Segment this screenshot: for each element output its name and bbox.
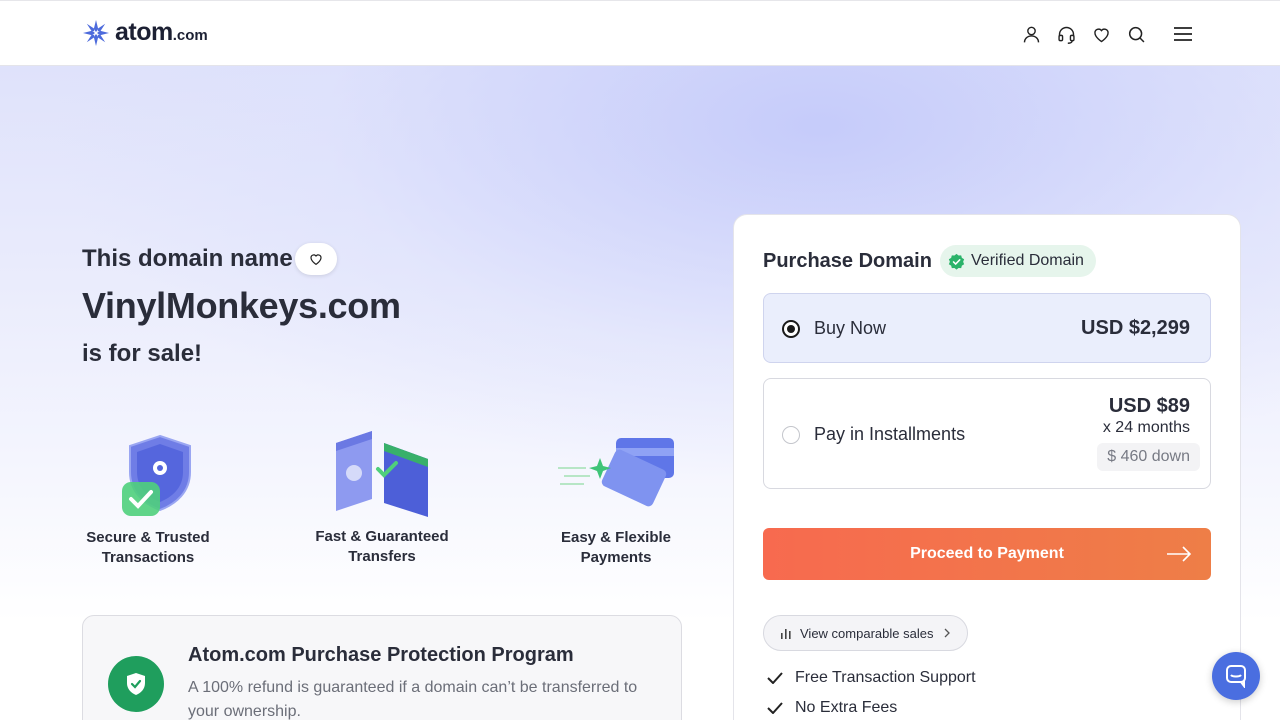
user-icon[interactable] bbox=[1018, 21, 1044, 47]
purchase-title: Purchase Domain bbox=[763, 250, 932, 272]
down-payment-pill: $ 460 down bbox=[1097, 443, 1200, 471]
hero-heading: This domain name bbox=[82, 245, 293, 272]
comparable-label: View comparable sales bbox=[800, 625, 934, 641]
benefit-item: No Extra Fees bbox=[767, 699, 897, 717]
chat-support-button[interactable] bbox=[1212, 652, 1260, 700]
feature-transfers: Fast & Guaranteed Transfers bbox=[302, 431, 462, 567]
radio-buy-now[interactable] bbox=[782, 320, 800, 338]
benefit-item: Free Transaction Support bbox=[767, 669, 976, 687]
for-sale-text: is for sale! bbox=[82, 340, 203, 367]
option-label: Buy Now bbox=[814, 318, 887, 338]
logo-wordmark: atom bbox=[115, 18, 173, 46]
protection-title: Atom.com Purchase Protection Program bbox=[188, 644, 574, 666]
feature-label: Fast & Guaranteed Transfers bbox=[315, 528, 449, 565]
card-icon bbox=[558, 438, 674, 507]
feature-label: Secure & Trusted Transactions bbox=[86, 529, 210, 566]
feature-payments: Easy & Flexible Payments bbox=[536, 432, 696, 568]
search-icon[interactable] bbox=[1123, 21, 1149, 47]
shield-icon bbox=[122, 434, 191, 516]
logo[interactable]: atom .com bbox=[82, 18, 208, 47]
site-header: atom .com bbox=[0, 0, 1280, 66]
headset-icon[interactable] bbox=[1053, 21, 1079, 47]
hamburger-menu-icon[interactable] bbox=[1170, 21, 1196, 47]
header-icon-group bbox=[1018, 21, 1158, 47]
benefit-label: No Extra Fees bbox=[795, 699, 898, 716]
verified-check-icon bbox=[948, 253, 965, 270]
option-installments[interactable]: Pay in Installments USD $89 x 24 months … bbox=[763, 378, 1211, 489]
benefit-label: Free Transaction Support bbox=[795, 669, 976, 686]
option-label: Pay in Installments bbox=[814, 424, 966, 444]
chat-icon bbox=[1226, 665, 1246, 688]
domain-name: VinylMonkeys.com bbox=[82, 285, 401, 326]
option-price: USD $2,299 bbox=[1081, 317, 1190, 339]
purchase-protection-card: Atom.com Purchase Protection Program A 1… bbox=[82, 615, 682, 720]
feature-label: Easy & Flexible Payments bbox=[560, 529, 672, 566]
radio-installments[interactable] bbox=[782, 426, 800, 444]
view-comparable-sales-button[interactable]: View comparable sales bbox=[763, 615, 969, 651]
bar-chart-icon bbox=[781, 629, 791, 639]
atom-logo-icon bbox=[83, 19, 109, 46]
verified-label: Verified Domain bbox=[971, 252, 1084, 269]
heart-icon bbox=[310, 254, 322, 266]
chevron-right-icon bbox=[944, 628, 951, 638]
option-buy-now[interactable]: Buy Now USD $2,299 bbox=[763, 293, 1211, 363]
proceed-to-payment-button[interactable]: Proceed to Payment bbox=[763, 528, 1211, 580]
checkmark-icon bbox=[767, 702, 783, 714]
arrow-right-icon bbox=[1167, 546, 1192, 562]
option-price: USD $89 bbox=[1108, 395, 1190, 417]
checkmark-icon bbox=[767, 672, 783, 684]
logo-tld: .com bbox=[172, 27, 208, 44]
proceed-label: Proceed to Payment bbox=[910, 545, 1064, 562]
feature-secure: Secure & Trusted Transactions bbox=[68, 428, 228, 568]
protection-description: A 100% refund is guaranteed if a domain … bbox=[188, 679, 638, 720]
option-term: x 24 months bbox=[1102, 419, 1190, 436]
transfer-icon bbox=[336, 431, 428, 517]
protection-badge-icon bbox=[108, 656, 164, 712]
purchase-card: Purchase Domain Verified Domain Buy Now … bbox=[733, 214, 1241, 720]
heart-icon[interactable] bbox=[1088, 21, 1114, 47]
verified-badge: Verified Domain bbox=[940, 245, 1096, 277]
favorite-button[interactable] bbox=[295, 243, 337, 275]
